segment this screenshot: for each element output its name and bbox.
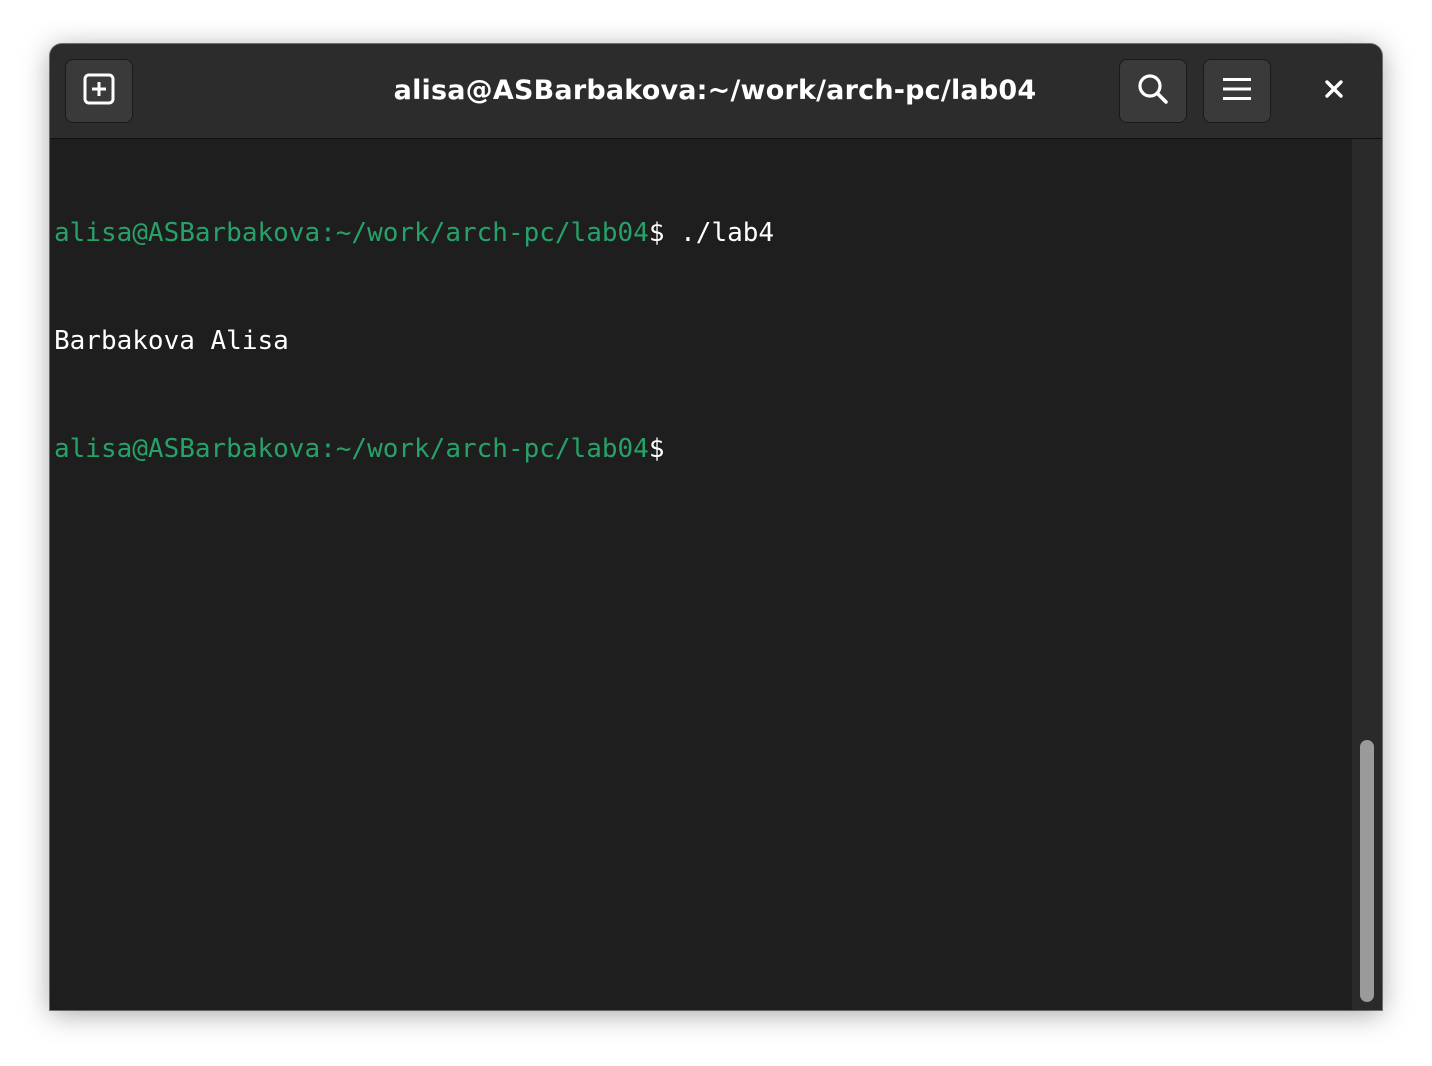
scrollbar[interactable]	[1352, 139, 1382, 1010]
search-button[interactable]	[1119, 59, 1187, 123]
menu-button[interactable]	[1203, 59, 1271, 123]
hamburger-menu-icon	[1221, 75, 1253, 108]
window-title: alisa@ASBarbakova:~/work/arch-pc/lab04	[393, 75, 1037, 106]
search-icon	[1136, 72, 1170, 111]
close-icon	[1324, 79, 1344, 104]
scrollbar-thumb[interactable]	[1360, 740, 1374, 1002]
terminal-line: Barbakova Alisa	[54, 323, 1350, 359]
prompt: alisa@ASBarbakova:~/work/arch-pc/lab04	[54, 434, 649, 464]
command: ./lab4	[664, 218, 775, 248]
prompt-symbol: $	[648, 434, 665, 464]
prompt: alisa@ASBarbakova:~/work/arch-pc/lab04	[54, 218, 649, 248]
prompt-symbol: $	[648, 218, 665, 248]
terminal-output[interactable]: alisa@ASBarbakova:~/work/arch-pc/lab04$ …	[50, 139, 1350, 1010]
new-tab-button[interactable]	[65, 59, 133, 123]
program-output: Barbakova Alisa	[54, 326, 289, 356]
close-button[interactable]	[1306, 59, 1362, 123]
terminal-line: alisa@ASBarbakova:~/work/arch-pc/lab04$	[54, 431, 1350, 467]
headerbar: alisa@ASBarbakova:~/work/arch-pc/lab04	[50, 44, 1382, 139]
terminal-line: alisa@ASBarbakova:~/work/arch-pc/lab04$ …	[54, 215, 1350, 251]
terminal-window: alisa@ASBarbakova:~/work/arch-pc/lab04 a…	[50, 44, 1382, 1010]
new-tab-icon	[82, 72, 116, 111]
